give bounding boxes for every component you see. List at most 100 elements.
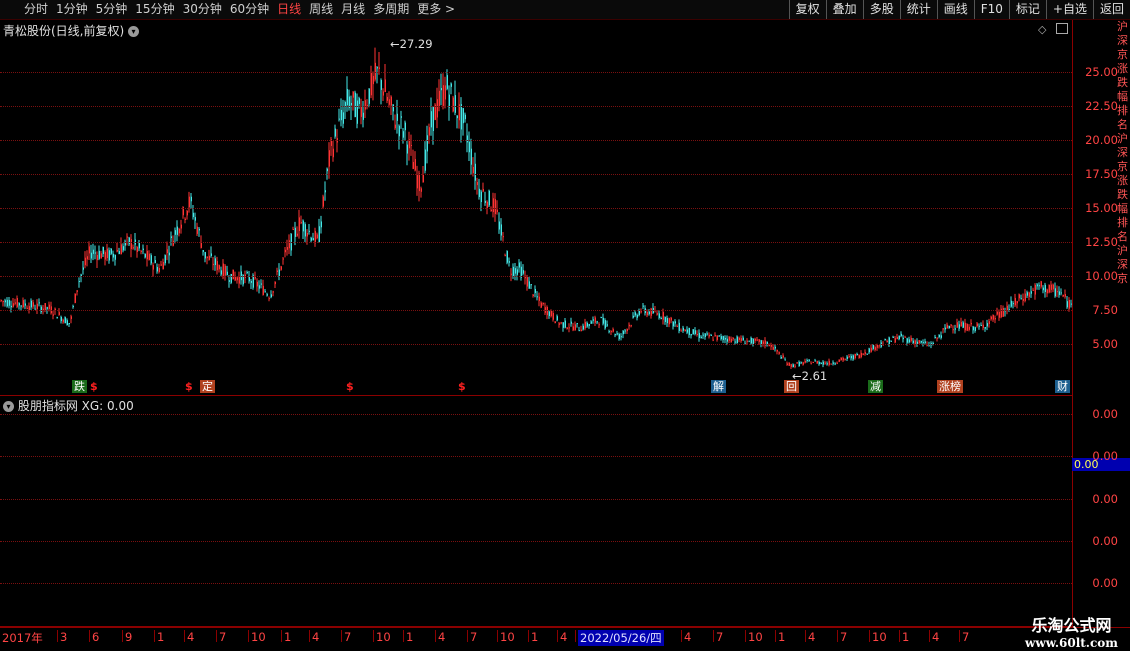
event-marker[interactable]: $ — [456, 380, 468, 393]
candle-body — [60, 316, 62, 322]
candle-body — [838, 359, 840, 362]
time-tick-separator — [837, 630, 838, 642]
candle-body — [474, 163, 476, 181]
candle-body — [704, 333, 706, 338]
candle-body — [890, 340, 892, 342]
candle-body — [488, 190, 490, 206]
period-tab[interactable]: 月线 — [341, 0, 365, 19]
time-tick: 1 — [284, 630, 292, 644]
tool-button[interactable]: 叠加 — [825, 0, 863, 19]
candle-body — [668, 318, 670, 325]
period-tab[interactable]: 日线 — [277, 0, 301, 19]
candle-body — [98, 250, 100, 259]
side-list-strip[interactable]: 沪深京涨跌幅排名沪深京涨跌幅排名沪深京 — [1117, 20, 1130, 620]
candle-body — [798, 361, 800, 367]
period-tab[interactable]: 5分钟 — [96, 0, 128, 19]
candle-body — [634, 312, 636, 316]
candle-body — [158, 267, 160, 272]
candle-body — [670, 317, 672, 321]
candle-body — [210, 253, 212, 256]
candle-body — [1012, 303, 1014, 305]
candle-body — [830, 363, 832, 365]
candle-body — [728, 336, 730, 341]
event-marker[interactable]: 回 — [784, 380, 799, 393]
candle-body — [892, 336, 894, 338]
time-tick-separator — [775, 630, 776, 642]
candle-body — [840, 357, 842, 361]
tool-button[interactable]: F10 — [973, 0, 1009, 19]
period-tab[interactable]: 分时 — [24, 0, 48, 19]
candle-body — [232, 269, 234, 280]
tool-button[interactable]: 画线 — [936, 0, 974, 19]
candle-body — [216, 261, 218, 271]
period-tab[interactable]: 60分钟 — [230, 0, 269, 19]
candle-body — [504, 255, 506, 257]
candle-body — [108, 250, 110, 261]
candle-body — [10, 305, 12, 308]
candle-body — [874, 347, 876, 350]
tool-button[interactable]: 标记 — [1008, 0, 1046, 19]
candle-body — [512, 266, 514, 277]
event-marker[interactable]: $ — [183, 380, 195, 393]
event-marker[interactable]: 解 — [711, 380, 726, 393]
kline-panel[interactable]: 青松股份(日线,前复权) ▾ ◇ 25.00 22.50 20.00 17.50 15.… — [0, 20, 1118, 396]
candle-body — [952, 329, 954, 331]
candle-body — [622, 330, 624, 335]
period-tab[interactable]: 30分钟 — [183, 0, 222, 19]
candle-body — [732, 337, 734, 340]
period-tab[interactable]: 15分钟 — [135, 0, 174, 19]
candle-body — [674, 321, 676, 324]
candle-body — [1034, 284, 1036, 295]
tool-button[interactable]: 返回 — [1092, 0, 1130, 19]
candle-body — [354, 92, 356, 117]
candle-body — [856, 354, 858, 356]
tool-button[interactable]: +自选 — [1045, 0, 1093, 19]
period-tab[interactable]: 1分钟 — [56, 0, 88, 19]
time-tick: 7 — [840, 630, 848, 644]
event-marker[interactable]: 财 — [1055, 380, 1070, 393]
candle-body — [584, 321, 586, 329]
candle-body — [658, 313, 660, 318]
price-gridline — [0, 276, 1072, 277]
event-marker[interactable]: 跌 — [72, 380, 87, 393]
watermark-url: www.60lt.com — [1025, 636, 1118, 650]
period-tab[interactable]: 更多 > — [417, 0, 455, 19]
candle-body — [502, 236, 504, 238]
candle-body — [678, 322, 680, 331]
candle-body — [490, 209, 492, 212]
event-marker[interactable]: $ — [88, 380, 100, 393]
candle-body — [148, 253, 150, 260]
chevron-down-icon[interactable]: ▾ — [3, 401, 14, 412]
price-label: 20.00 — [1085, 133, 1118, 147]
candle-body — [326, 168, 328, 172]
period-tab[interactable]: 多周期 — [373, 0, 409, 19]
price-label: 5.00 — [1092, 337, 1118, 351]
candle-body — [170, 236, 172, 239]
candle-body — [248, 276, 250, 282]
event-marker[interactable]: 定 — [200, 380, 215, 393]
candle-body — [942, 328, 944, 330]
event-marker[interactable]: 涨榜 — [937, 380, 963, 393]
candle-body — [186, 210, 188, 216]
candle-body — [964, 322, 966, 331]
candle-body — [484, 200, 486, 203]
candle-body — [446, 75, 448, 89]
period-tab[interactable]: 周线 — [309, 0, 333, 19]
candle-body — [526, 277, 528, 287]
event-marker[interactable]: $ — [344, 380, 356, 393]
candle-body — [192, 212, 194, 218]
event-marker[interactable]: 减 — [868, 380, 883, 393]
candle-body — [138, 242, 140, 249]
indicator-panel[interactable]: ▾ 股朋指标网 XG: 0.00 0.00 0.00 0.00 0.00 0.00 0.… — [0, 396, 1130, 627]
tool-button[interactable]: 复权 — [788, 0, 826, 19]
candle-body — [598, 324, 600, 326]
candle-body — [694, 330, 696, 334]
candle-body — [426, 135, 428, 152]
candle-body — [802, 362, 804, 365]
tool-button[interactable]: 统计 — [899, 0, 937, 19]
candle-body — [84, 257, 86, 266]
candle-body — [24, 303, 26, 306]
tool-button[interactable]: 多股 — [862, 0, 900, 19]
time-axis[interactable]: 2017年 3 6 9 1 4 7 10 1 4 7 10 1 4 7 10 1 4 2022/05/26/四 4 7 1… — [0, 627, 1130, 651]
candle-body — [684, 329, 686, 332]
